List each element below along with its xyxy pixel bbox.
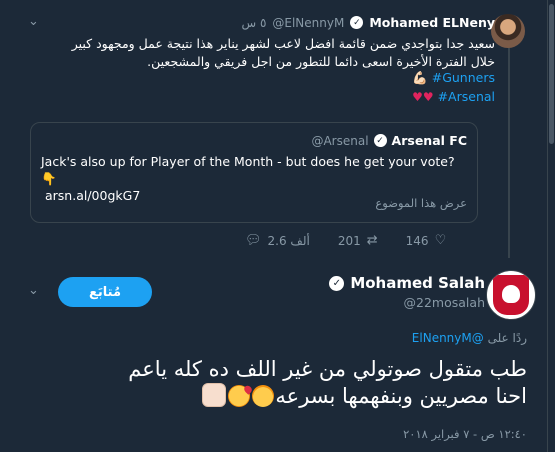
main-chevron-down-icon[interactable]: ⌄ — [28, 283, 39, 298]
reply-handle[interactable]: @ElNennyM — [412, 331, 484, 345]
liverpool-crest-icon — [493, 275, 529, 315]
retweet-count: 201 — [337, 233, 361, 248]
kiss-emoji-icon — [228, 385, 251, 407]
avatar-salah[interactable] — [486, 270, 536, 320]
parent-hashtags-line2: ♥♥ #Arsenal — [412, 88, 495, 106]
show-this-thread-link[interactable]: عرض هذا الموضوع — [375, 196, 467, 210]
hearts-icon: ♥♥ — [412, 90, 434, 104]
replying-to: ردًا على @ElNennyM — [412, 331, 527, 345]
main-tweet-header: Mohamed Salah ✓ — [329, 274, 485, 292]
parent-tweet-text: سعيد جدا بتواجدي ضمن قائمة افضل لاعب لشه… — [55, 35, 495, 71]
reply-count: 2.6 ألف — [267, 233, 310, 248]
heart-icon: ♡ — [434, 233, 447, 248]
main-text-line2-wrap: احنا مصريين وبنفهمها بسرعه — [27, 383, 527, 410]
scrollbar-thumb[interactable] — [549, 4, 554, 144]
parent-hashtags-line1: 💪🏻 #Gunners — [412, 69, 495, 87]
quoted-display-name: Arsenal FC — [391, 133, 467, 148]
main-text-line1: طب متقول صوتولي من غير اللف ده كله ياعم — [128, 357, 527, 381]
main-tweet-timestamp[interactable]: ١٢:٤٠ ص - ٧ فبراير ٢٠١٨ — [403, 427, 527, 441]
parent-time[interactable]: ٥ س — [241, 16, 266, 30]
hashtag-gunners[interactable]: #Gunners — [432, 70, 495, 85]
parent-tweet-header: Mohamed ELNeny ✓ @ElNennyM ٥ س — [241, 15, 495, 30]
main-display-name[interactable]: Mohamed Salah — [350, 274, 485, 292]
fist-bump-emoji-icon — [202, 383, 227, 407]
like-count: 146 — [405, 233, 429, 248]
quoted-verified-badge-icon: ✓ — [373, 134, 387, 147]
quoted-tweet-header: Arsenal FC ✓ @Arsenal — [311, 133, 467, 148]
tweet-modal: Mohamed ELNeny ✓ @ElNennyM ٥ س ⌄ سعيد جد… — [0, 0, 555, 452]
following-button[interactable]: مُتابَع — [58, 277, 152, 307]
main-tweet-text: طب متقول صوتولي من غير اللف ده كله ياعم … — [27, 356, 527, 410]
reply-icon: 💬︎ — [245, 233, 262, 248]
quoted-tweet-card[interactable]: Arsenal FC ✓ @Arsenal Jack's also up for… — [30, 122, 478, 223]
retweet-action[interactable]: 201 ⇄ — [338, 233, 378, 248]
avatar-elneny[interactable] — [491, 14, 525, 48]
like-action[interactable]: 146 ♡ — [406, 233, 447, 248]
verified-badge-icon: ✓ — [350, 16, 364, 29]
hashtag-arsenal[interactable]: #Arsenal — [438, 88, 495, 106]
thread-connector — [508, 44, 510, 258]
flex-emoji: 💪🏻 — [412, 70, 428, 85]
quoted-handle: @Arsenal — [311, 133, 369, 148]
main-handle[interactable]: @22mosalah — [404, 295, 485, 310]
rofl-emoji-icon — [252, 385, 275, 407]
parent-handle[interactable]: @ElNennyM — [272, 16, 344, 30]
parent-display-name[interactable]: Mohamed ELNeny — [369, 15, 495, 30]
parent-text: سعيد جدا بتواجدي ضمن قائمة افضل لاعب لشه… — [71, 36, 495, 69]
quoted-text: Jack's also up for Player of the Month -… — [41, 154, 455, 186]
retweet-icon: ⇄ — [366, 233, 378, 248]
parent-chevron-down-icon[interactable]: ⌄ — [28, 14, 39, 29]
main-verified-badge-icon: ✓ — [329, 275, 345, 291]
main-text-line2: احنا مصريين وبنفهمها بسرعه — [275, 384, 527, 408]
parent-tweet-actions: 💬︎ 2.6 ألف 201 ⇄ 146 ♡ — [245, 233, 474, 248]
reply-prefix: ردًا على — [487, 331, 527, 345]
reply-action[interactable]: 💬︎ 2.6 ألف — [245, 233, 310, 248]
